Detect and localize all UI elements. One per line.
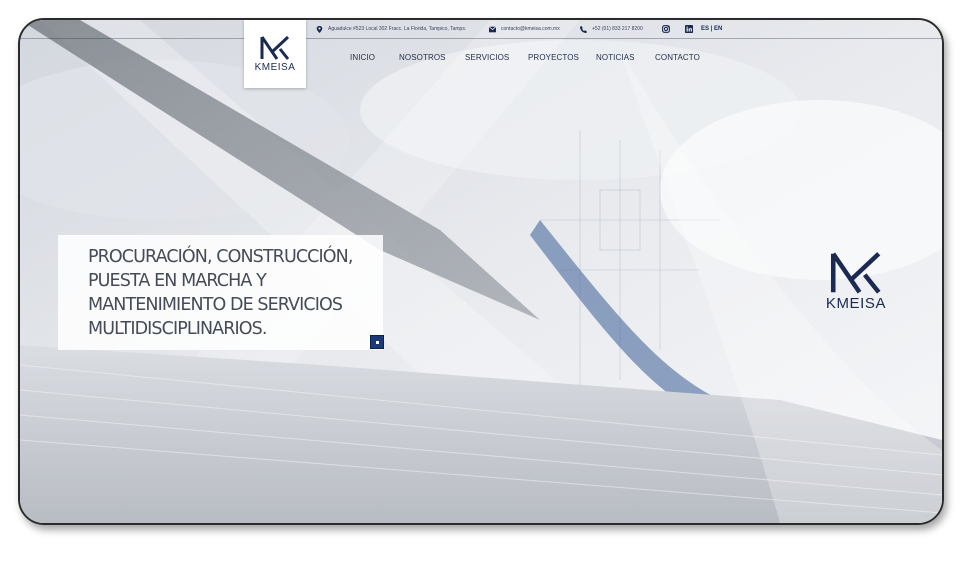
- email-item[interactable]: contacto@kmeisa.com.mx: [489, 25, 560, 33]
- phone-link[interactable]: +52 (01) 833 217 8200: [592, 26, 643, 32]
- nav-item-noticias[interactable]: NOTICIAS: [596, 53, 635, 62]
- nav-item-proyectos[interactable]: PROYECTOS: [528, 53, 579, 62]
- email-link[interactable]: contacto@kmeisa.com.mx: [501, 26, 560, 32]
- hero-tagline: PROCURACIÓN, CONSTRUCCIÓN, PUESTA EN MAR…: [88, 247, 353, 339]
- language-switcher[interactable]: ES | EN: [701, 26, 722, 32]
- slider-dot-icon[interactable]: [370, 335, 384, 349]
- hero-logo-wordmark: KMEISA: [825, 295, 887, 312]
- location-pin-icon: [316, 25, 323, 33]
- nav-item-servicios[interactable]: SERVICIOS: [465, 53, 509, 62]
- linkedin-icon[interactable]: [685, 25, 693, 33]
- kmeisa-large-logo-icon: [830, 252, 881, 294]
- hero-tagline-box: PROCURACIÓN, CONSTRUCCIÓN, PUESTA EN MAR…: [58, 235, 383, 350]
- hero-logo: KMEISA: [818, 252, 894, 312]
- instagram-icon[interactable]: [662, 25, 670, 33]
- main-nav: INICIO NOSOTROS SERVICIOS PROYECTOS NOTI…: [20, 53, 942, 67]
- nav-item-inicio[interactable]: INICIO: [350, 53, 375, 62]
- address-text: Aguadulce #523 Local 302 Fracc. La Flori…: [328, 26, 467, 32]
- nav-item-nosotros[interactable]: NOSOTROS: [399, 53, 446, 62]
- browser-frame: Aguadulce #523 Local 302 Fracc. La Flori…: [18, 18, 944, 525]
- address-item: Aguadulce #523 Local 302 Fracc. La Flori…: [316, 25, 467, 33]
- envelope-icon: [489, 25, 496, 32]
- phone-item[interactable]: +52 (01) 833 217 8200: [580, 25, 643, 33]
- phone-icon: [580, 25, 587, 33]
- top-info-bar: Aguadulce #523 Local 302 Fracc. La Flori…: [20, 20, 942, 39]
- nav-item-contacto[interactable]: CONTACTO: [655, 53, 700, 62]
